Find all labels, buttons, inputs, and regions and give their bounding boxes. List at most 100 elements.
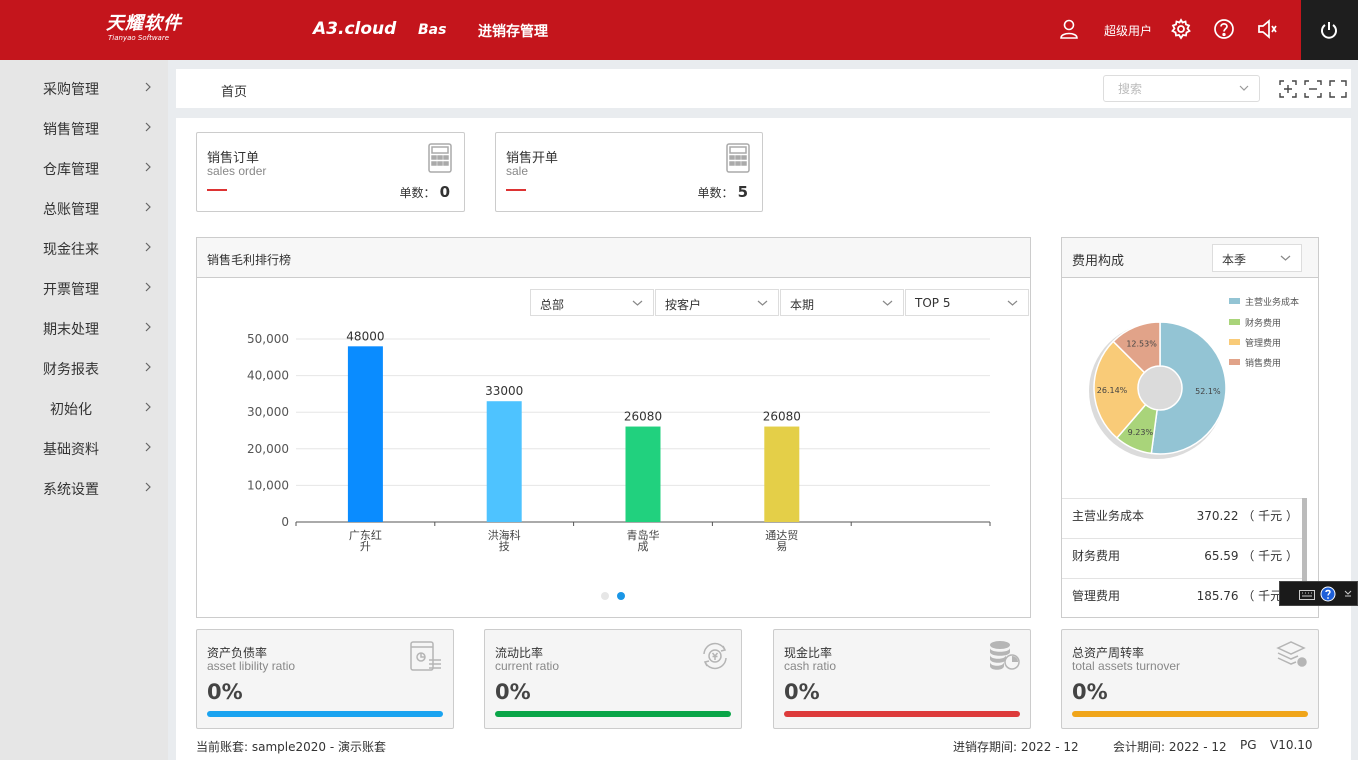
sidebar-item-period-end[interactable]: 期末处理	[0, 308, 168, 348]
gear-icon[interactable]	[1170, 18, 1192, 40]
pager-dot-active[interactable]	[617, 592, 625, 600]
ratio-subtitle: asset libility ratio	[207, 659, 296, 673]
sidebar-item-ledger[interactable]: 总账管理	[0, 188, 168, 228]
sidebar-item-purchase[interactable]: 采购管理	[0, 68, 168, 108]
select-value: 按客户	[665, 298, 702, 312]
sidebar-item-invoice[interactable]: 开票管理	[0, 268, 168, 308]
zoom-in-icon[interactable]	[1279, 80, 1297, 98]
sidebar-item-label: 期末处理	[43, 322, 99, 338]
bar-value-label: 26080	[624, 410, 662, 424]
speaker-icon[interactable]	[1256, 18, 1278, 40]
report-icon	[410, 641, 441, 671]
help-icon[interactable]	[1320, 586, 1336, 602]
expense-row: 管理费用 185.76 （ 千元 ）	[1062, 578, 1302, 618]
ratio-bar	[784, 711, 1020, 717]
chevron-right-icon	[145, 482, 151, 492]
ratio-card-turnover[interactable]: 总资产周转率 total assets turnover 0%	[1061, 629, 1319, 729]
bar	[764, 426, 800, 522]
chevron-right-icon	[145, 242, 151, 252]
bar	[486, 401, 522, 522]
sidebar-item-label: 系统设置	[43, 482, 99, 498]
ratio-value: 0%	[784, 680, 820, 704]
breadcrumb-home[interactable]: 首页	[221, 81, 247, 100]
footer-account: 当前账套: sample2020 - 演示账套	[196, 740, 386, 754]
expense-period-select[interactable]: 本季	[1212, 244, 1302, 272]
chevron-down-icon	[1007, 300, 1018, 306]
category-label: 易	[776, 540, 787, 553]
select-value: 本季	[1222, 253, 1247, 267]
expense-name: 管理费用	[1072, 589, 1121, 603]
nav-inventory-management[interactable]: 进销存管理	[478, 21, 548, 41]
ratio-card-current[interactable]: 流动比率 current ratio 0%	[484, 629, 742, 729]
filter-top-select[interactable]: TOP 5	[905, 289, 1029, 316]
currency-exchange-icon	[703, 642, 727, 670]
sidebar-item-label: 初始化	[50, 402, 92, 418]
help-icon[interactable]	[1213, 18, 1235, 40]
legend-swatch	[1229, 319, 1240, 325]
y-tick-label: 0	[281, 515, 289, 529]
legend-label: 财务费用	[1245, 319, 1282, 329]
filter-group-select[interactable]: 按客户	[655, 289, 779, 316]
search-input[interactable]	[1118, 76, 1238, 101]
calculator-icon	[428, 143, 452, 173]
sidebar-item-label: 基础资料	[43, 442, 99, 458]
sidebar-item-sales[interactable]: 销售管理	[0, 108, 168, 148]
count-label: 单数：	[697, 186, 734, 200]
search-box[interactable]	[1103, 75, 1260, 102]
count-label: 单数：	[399, 186, 436, 200]
expense-value: 65.59 （ 千元 ）	[1204, 549, 1298, 563]
bar-value-label: 26080	[763, 410, 801, 424]
expense-row: 财务费用 65.59 （ 千元 ）	[1062, 538, 1302, 578]
footer-db: PG	[1240, 738, 1257, 752]
ratio-bar	[495, 711, 731, 717]
sidebar-item-basic-data[interactable]: 基础资料	[0, 428, 168, 468]
power-button[interactable]	[1301, 0, 1358, 60]
logo-subtext: Tianyao Software	[108, 34, 170, 42]
ratio-card-asset-liability[interactable]: 资产负债率 asset libility ratio 0%	[196, 629, 454, 729]
chevron-down-icon[interactable]	[1344, 589, 1352, 599]
sidebar-item-label: 销售管理	[43, 122, 99, 138]
sidebar-item-cash[interactable]: 现金往来	[0, 228, 168, 268]
chevron-down-icon	[632, 300, 643, 306]
sidebar-item-init[interactable]: 初始化	[0, 388, 168, 428]
sale-card[interactable]: 销售开单 sale 单数： 5	[495, 132, 763, 212]
ratio-bar	[1072, 711, 1308, 717]
chevron-down-icon	[1280, 255, 1291, 261]
pie-slice-label: 9.23%	[1128, 428, 1154, 437]
logo-text: 天耀软件	[106, 13, 182, 34]
select-value: TOP 5	[915, 296, 951, 310]
legend-item: 财务费用	[1229, 316, 1281, 329]
coins-icon	[990, 641, 1020, 670]
y-tick-label: 50,000	[247, 332, 289, 346]
ratio-card-cash[interactable]: 现金比率 cash ratio 0%	[773, 629, 1031, 729]
sales-order-card[interactable]: 销售订单 sales order 单数： 0	[196, 132, 465, 212]
card-subtitle: sales order	[207, 164, 267, 178]
chevron-down-icon	[757, 300, 768, 306]
user-name[interactable]: 超级用户	[1104, 22, 1152, 39]
ratio-bar	[207, 711, 443, 717]
chevron-down-icon	[1239, 85, 1249, 91]
y-tick-label: 30,000	[247, 405, 289, 419]
chevron-right-icon	[145, 202, 151, 212]
pager-dot[interactable]	[601, 592, 609, 600]
filter-branch-select[interactable]: 总部	[530, 289, 654, 316]
sidebar-item-settings[interactable]: 系统设置	[0, 468, 168, 508]
expense-scrollbar[interactable]	[1302, 498, 1307, 590]
fullscreen-icon[interactable]	[1329, 80, 1347, 98]
chevron-right-icon	[145, 442, 151, 452]
sidebar-item-warehouse[interactable]: 仓库管理	[0, 148, 168, 188]
zoom-out-icon[interactable]	[1304, 80, 1322, 98]
user-icon[interactable]	[1058, 18, 1080, 40]
nav-a3cloud[interactable]: A3.cloud	[313, 19, 396, 39]
layers-icon	[1276, 641, 1307, 667]
filter-period-select[interactable]: 本期	[780, 289, 904, 316]
ime-toolbar[interactable]	[1279, 581, 1358, 606]
panel-title: 销售毛利排行榜	[207, 253, 292, 267]
select-value: 本期	[790, 298, 815, 312]
sidebar-item-reports[interactable]: 财务报表	[0, 348, 168, 388]
keyboard-icon[interactable]	[1299, 590, 1315, 600]
nav-bas[interactable]: Bas	[418, 22, 446, 38]
legend-label: 销售费用	[1245, 359, 1282, 369]
ratio-value: 0%	[1072, 680, 1108, 704]
y-tick-label: 40,000	[247, 369, 289, 383]
